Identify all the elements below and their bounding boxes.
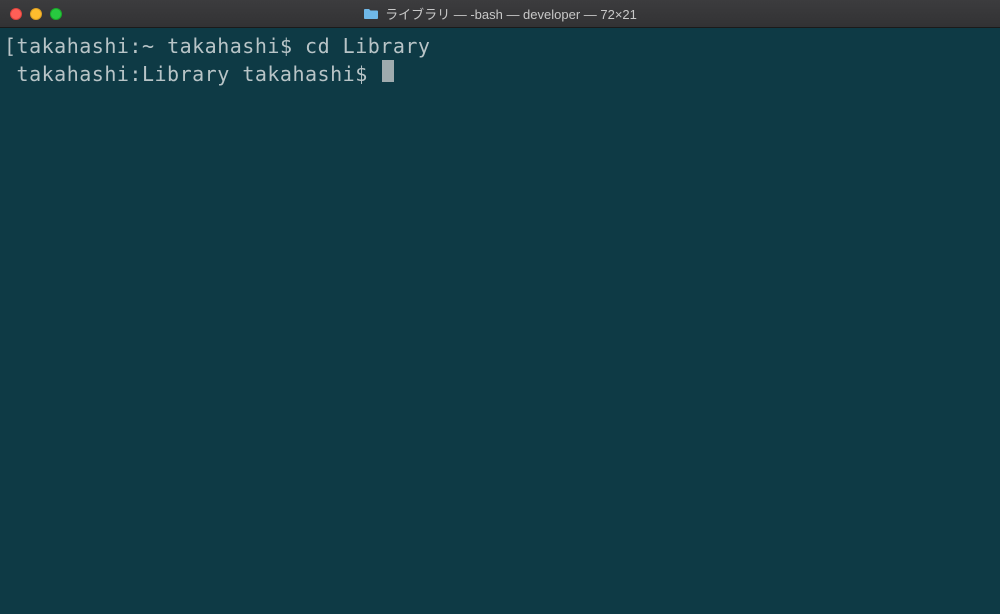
prompt-dollar: $ — [280, 32, 305, 60]
terminal-content[interactable]: [takahashi:~ takahashi$ cd Library takah… — [0, 28, 1000, 92]
command-text: cd Library — [305, 32, 430, 60]
traffic-lights — [0, 8, 62, 20]
terminal-line: [takahashi:~ takahashi$ cd Library — [4, 32, 996, 60]
cursor — [382, 60, 394, 82]
window-title-text: ライブラリ — -bash — developer — 72×21 — [385, 4, 637, 23]
close-button[interactable] — [10, 8, 22, 20]
prompt-path: ~ — [142, 32, 155, 60]
folder-icon — [363, 8, 379, 20]
prompt-host: takahashi — [17, 32, 130, 60]
maximize-button[interactable] — [50, 8, 62, 20]
prompt-space — [230, 60, 243, 88]
prompt-space — [155, 32, 168, 60]
prompt-bracket — [4, 60, 17, 88]
prompt-sep: : — [129, 32, 142, 60]
prompt-bracket: [ — [4, 32, 17, 60]
window-title-bar: ライブラリ — -bash — developer — 72×21 — [0, 0, 1000, 28]
terminal-line: takahashi:Library takahashi$ — [4, 60, 996, 88]
prompt-host: takahashi — [17, 60, 130, 88]
prompt-user: takahashi — [167, 32, 280, 60]
window-title: ライブラリ — -bash — developer — 72×21 — [363, 4, 637, 23]
prompt-path: Library — [142, 60, 230, 88]
prompt-dollar: $ — [355, 60, 380, 88]
prompt-sep: : — [129, 60, 142, 88]
minimize-button[interactable] — [30, 8, 42, 20]
prompt-user: takahashi — [242, 60, 355, 88]
